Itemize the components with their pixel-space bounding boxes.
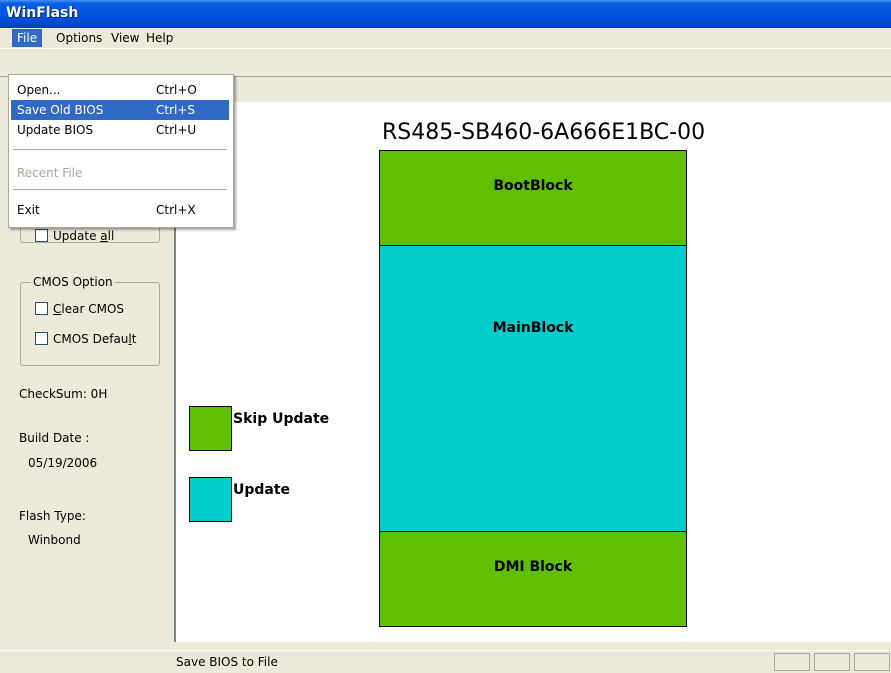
menu-file[interactable]: File [12, 29, 43, 47]
boot-block[interactable]: BootBlock [379, 150, 687, 246]
legend-skip-update-label: Skip Update [233, 411, 330, 427]
menu-item-open[interactable]: Open... Ctrl+O [11, 80, 229, 100]
clear-cmos-label: lear CMOS [61, 302, 125, 316]
cmos-option-caption: CMOS Option [31, 275, 115, 289]
status-pane-2 [814, 653, 850, 671]
bios-id-title: RS485-SB460-6A666E1BC-00 [382, 120, 706, 145]
menu-item-update-bios-label: Update BIOS [17, 123, 94, 137]
cmos-default-label-post: t [131, 332, 137, 346]
legend-skip-update-swatch [189, 406, 232, 451]
dmi-block-label: DMI Block [493, 559, 573, 575]
build-date-label: Build Date : [19, 431, 90, 445]
menu-bar: File Options View Help [0, 28, 891, 49]
menu-item-recent-file: Recent File [11, 163, 229, 183]
status-bar: Save BIOS to File [0, 650, 891, 673]
menu-item-open-label: Open... [17, 83, 61, 97]
cmos-default-checkbox[interactable]: CMOS Default [35, 331, 136, 347]
main-block[interactable]: MainBlock [379, 245, 687, 532]
flash-type-value: Winbond [28, 533, 81, 547]
menu-item-exit-label: Exit [17, 203, 40, 217]
status-pane-1 [774, 653, 810, 671]
file-menu-dropdown: Open... Ctrl+O Save Old BIOS Ctrl+S Upda… [8, 74, 234, 228]
menu-help[interactable]: Help [141, 29, 178, 47]
flash-type-label: Flash Type: [19, 509, 86, 523]
title-bar: WinFlash [0, 0, 891, 28]
status-text: Save BIOS to File [176, 655, 278, 669]
menu-options[interactable]: Options [51, 29, 107, 47]
clear-cmos-checkbox-box[interactable] [35, 302, 48, 315]
menu-item-recent-file-label: Recent File [17, 166, 83, 180]
menu-item-update-bios[interactable]: Update BIOS Ctrl+U [11, 120, 229, 140]
menu-item-save-old-bios-label: Save Old BIOS [17, 103, 104, 117]
update-all-label-accel: a [100, 229, 108, 243]
menu-view[interactable]: View [106, 29, 144, 47]
menu-item-exit[interactable]: Exit Ctrl+X [11, 200, 229, 220]
update-all-checkbox-box[interactable] [35, 229, 48, 242]
menu-separator [13, 189, 227, 190]
cmos-option-group: CMOS Option [20, 275, 160, 366]
menu-item-save-old-bios[interactable]: Save Old BIOS Ctrl+S [11, 100, 229, 120]
update-all-label-pre: Update [53, 229, 101, 243]
status-pane-3 [854, 653, 890, 671]
update-all-label-post: ll [107, 229, 115, 243]
legend-update-swatch [189, 477, 232, 522]
cmos-default-label-pre: CMOS Defau [53, 332, 129, 346]
menu-item-exit-shortcut: Ctrl+X [156, 203, 196, 217]
update-all-checkbox[interactable]: Update all [35, 228, 114, 244]
menu-item-save-old-bios-shortcut: Ctrl+S [156, 103, 196, 117]
window-title: WinFlash [6, 5, 79, 21]
menu-item-update-bios-shortcut: Ctrl+U [156, 123, 197, 137]
cmos-default-checkbox-box[interactable] [35, 332, 48, 345]
main-block-label: MainBlock [492, 320, 574, 336]
menu-item-open-shortcut: Ctrl+O [156, 83, 197, 97]
menu-separator [13, 149, 227, 150]
legend-update-label: Update [233, 482, 291, 498]
checksum-label: CheckSum: 0H [19, 387, 108, 401]
boot-block-label: BootBlock [493, 178, 573, 194]
clear-cmos-checkbox[interactable]: Clear CMOS [35, 301, 124, 317]
dmi-block[interactable]: DMI Block [379, 531, 687, 627]
build-date-value: 05/19/2006 [28, 456, 98, 470]
